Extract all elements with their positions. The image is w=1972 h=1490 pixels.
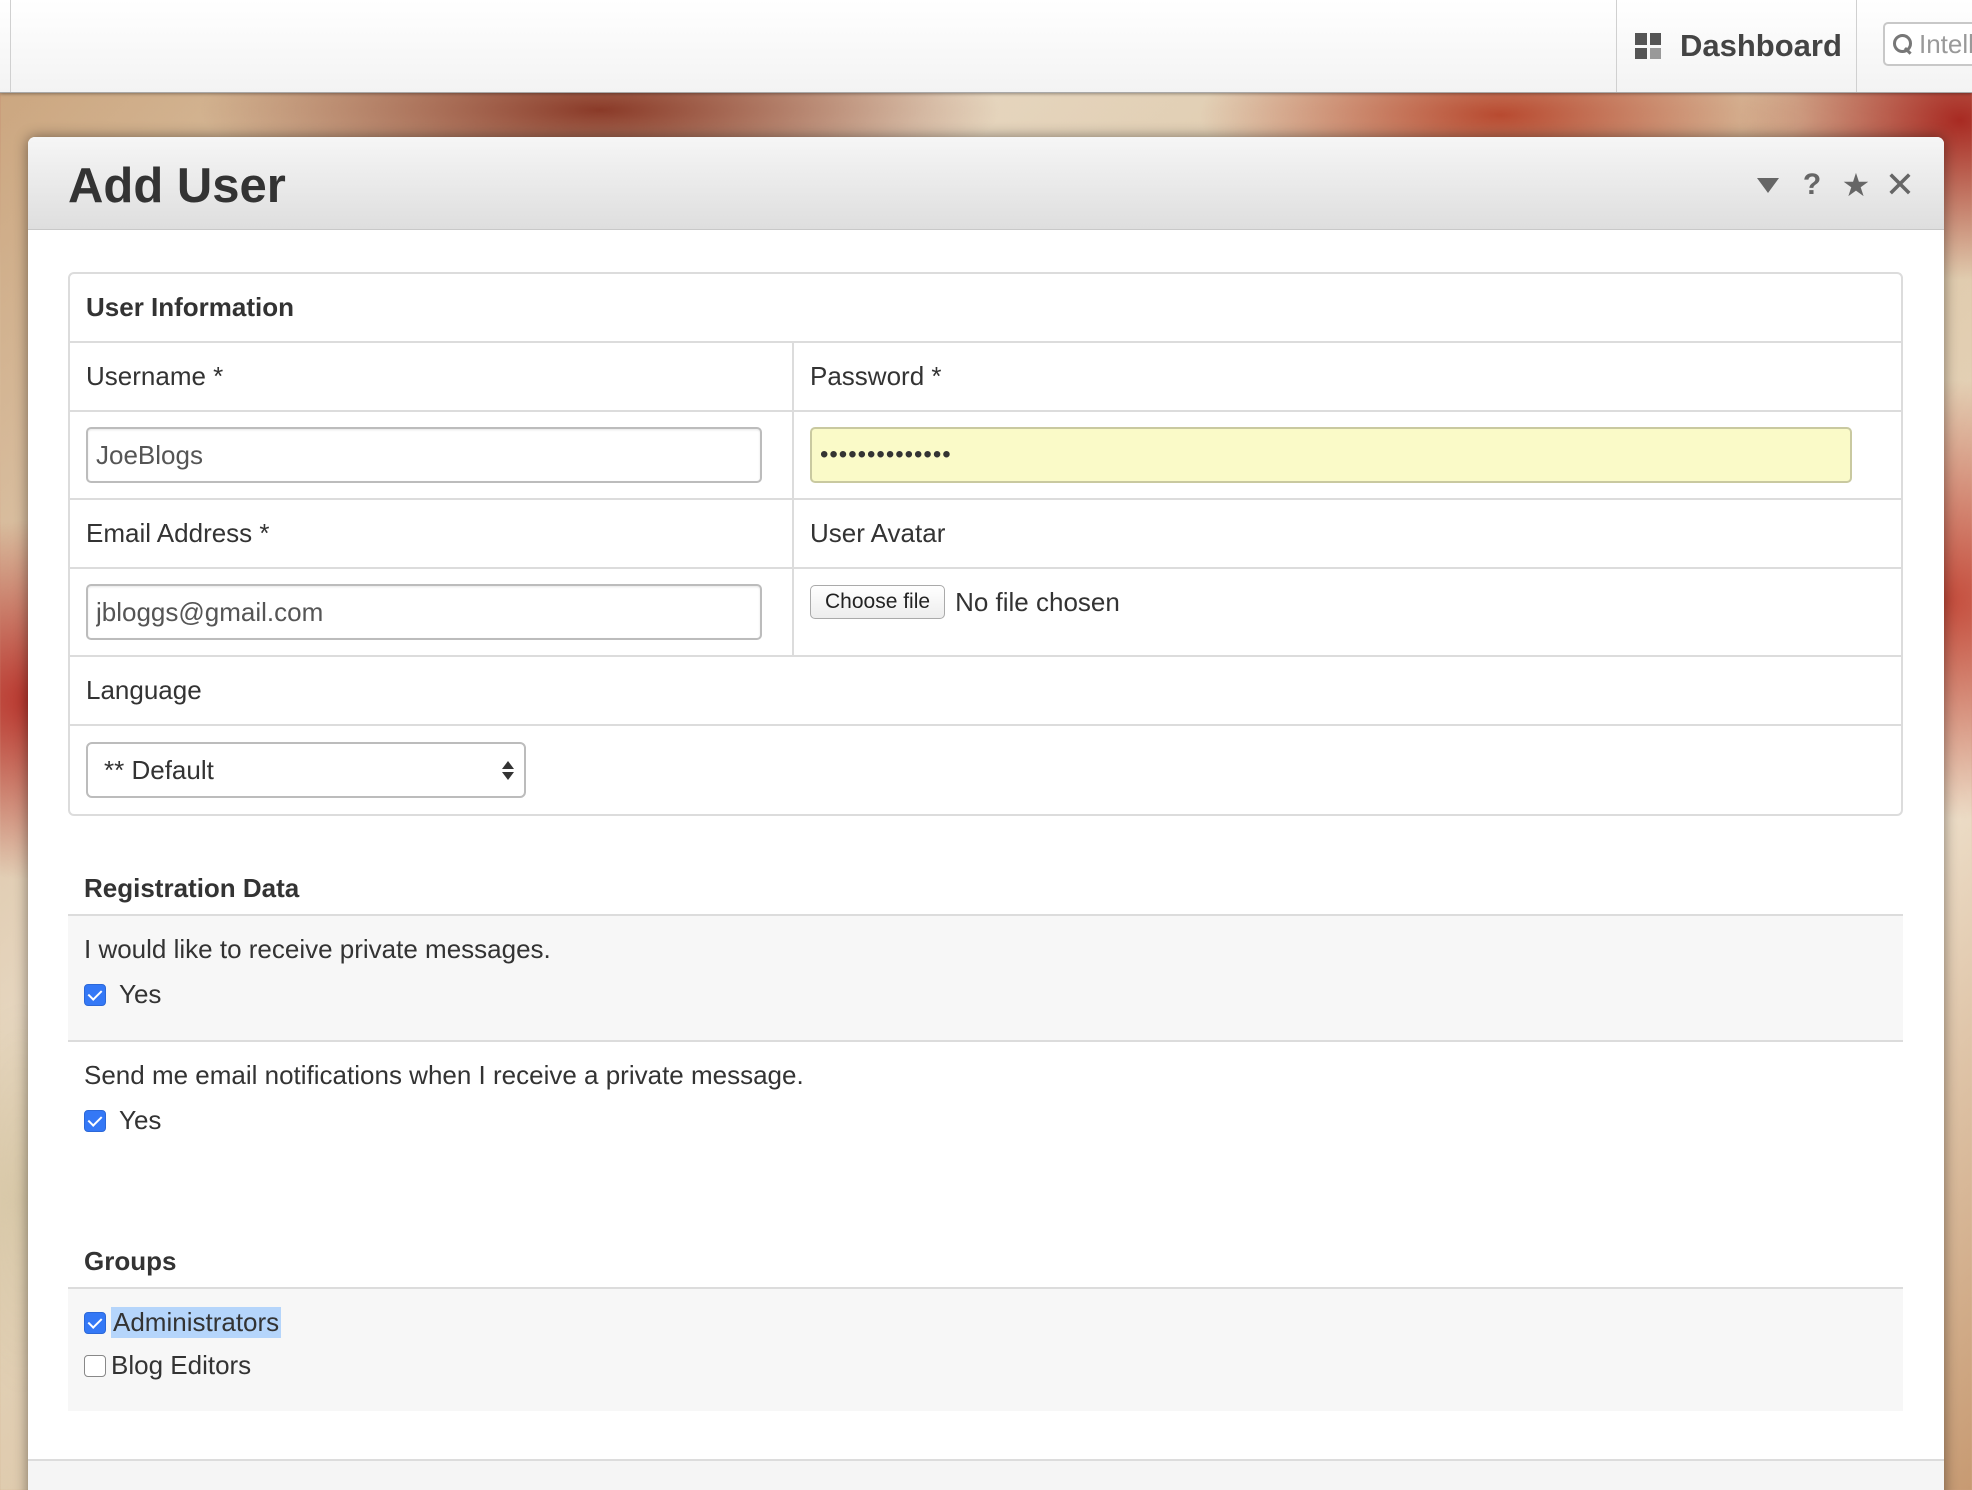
language-selected-value: ** Default [104,754,214,785]
file-status: No file chosen [955,586,1120,617]
private-messages-option[interactable]: Yes [84,979,1887,1010]
groups-list: Administrators Blog Editors [68,1287,1903,1411]
help-icon[interactable]: ? [1790,163,1834,207]
avatar-label: User Avatar [810,518,946,548]
password-label: Password * [810,361,942,391]
dialog-footer [28,1459,1944,1490]
group-item-administrators[interactable]: Administrators [84,1307,1887,1338]
toolbar-divider [10,0,11,92]
close-icon[interactable]: ✕ [1878,163,1922,207]
username-label: Username * [70,343,794,410]
dialog-body: User Information Username * Password * E… [28,272,1944,1411]
group-item-blog-editors[interactable]: Blog Editors [84,1350,1887,1381]
password-field[interactable] [810,427,1852,483]
dialog-title: Add User [68,159,286,213]
groups-title: Groups [84,1246,177,1276]
dialog-header: Add User ? ★ ✕ [28,137,1944,230]
email-field[interactable] [86,584,762,640]
email-notifications-question: Send me email notifications when I recei… [84,1060,804,1090]
star-icon[interactable]: ★ [1834,163,1878,207]
language-select[interactable]: ** Default [86,742,526,798]
email-notifications-checkbox[interactable] [84,1109,106,1132]
chevron-down-icon[interactable] [1746,163,1790,207]
group-administrators-checkbox[interactable] [84,1311,106,1334]
avatar-cell: Choose file No file chosen [794,569,1901,655]
language-cell: ** Default [70,726,1901,814]
group-blog-editors-label: Blog Editors [111,1350,252,1380]
dashboard-label: Dashboard [1680,28,1842,63]
credentials-input-row [70,412,1901,500]
intelligent-search[interactable] [1883,22,1972,66]
language-label: Language [86,675,202,705]
email-notifications-option[interactable]: Yes [84,1105,1887,1136]
private-messages-option-label: Yes [119,979,162,1009]
dashboard-grid-icon [1635,33,1661,59]
user-information-title: User Information [70,274,1901,343]
email-cell [70,569,794,655]
credentials-label-row: Username * Password * [70,343,1901,412]
username-field[interactable] [86,427,762,483]
email-avatar-input-row: Choose file No file chosen [70,569,1901,657]
user-information-panel: User Information Username * Password * E… [68,272,1903,816]
language-input-row: ** Default [70,726,1901,814]
search-input[interactable] [1919,28,1972,60]
private-messages-question: I would like to receive private messages… [84,934,551,964]
language-label-row: Language [70,657,1901,726]
private-messages-block: I would like to receive private messages… [68,914,1903,1040]
email-label: Email Address * [70,500,794,567]
username-cell [70,412,794,498]
search-icon [1891,32,1915,56]
email-notifications-block: Send me email notifications when I recei… [68,1040,1903,1166]
email-avatar-label-row: Email Address * User Avatar [70,500,1901,569]
dialog-header-actions: ? ★ ✕ [1746,163,1922,207]
top-toolbar: Dashboard [0,0,1972,93]
registration-data-title: Registration Data [84,873,300,903]
private-messages-checkbox[interactable] [84,983,106,1006]
email-notifications-option-label: Yes [119,1105,162,1135]
group-administrators-label: Administrators [111,1307,282,1338]
choose-file-button[interactable]: Choose file [810,585,946,619]
password-cell [794,412,1901,498]
add-user-dialog: Add User ? ★ ✕ User Information Username… [28,137,1944,1490]
select-arrows-icon [502,760,514,780]
dashboard-button[interactable]: Dashboard [1616,0,1857,92]
group-blog-editors-checkbox[interactable] [84,1354,106,1377]
